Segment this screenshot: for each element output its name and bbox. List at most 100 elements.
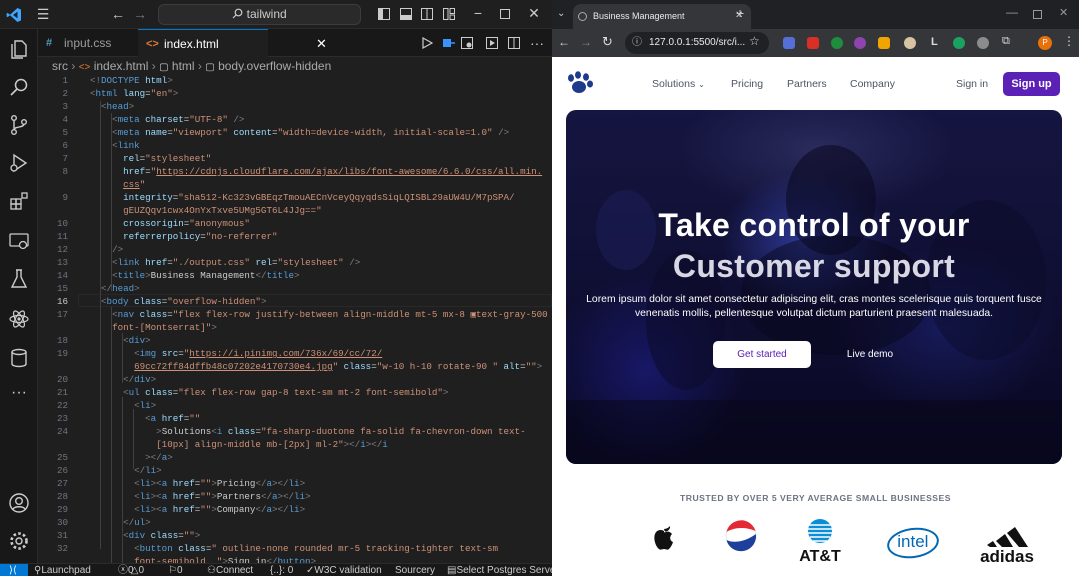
tab-input-css[interactable]: # input.css xyxy=(38,29,140,57)
profile-avatar[interactable]: P xyxy=(1038,36,1052,50)
customize-layout-icon[interactable] xyxy=(443,8,455,20)
code-editor[interactable]: <!DOCTYPE html> <html lang="en"> <head> … xyxy=(38,75,552,563)
sourcery-label: Sourcery xyxy=(395,565,436,576)
editor-tabs: # input.css <> index.html ✕ ··· xyxy=(38,29,552,57)
extensions-puzzle-icon[interactable]: ⧉ xyxy=(1002,35,1010,48)
go-live-icon[interactable] xyxy=(442,37,455,49)
browser-close-icon[interactable]: ✕ xyxy=(1059,6,1068,19)
split-preview-icon[interactable] xyxy=(461,37,473,49)
nav-partners[interactable]: Partners xyxy=(787,78,827,90)
pdf-extension-icon[interactable] xyxy=(807,37,819,49)
line-number: 11 xyxy=(56,231,68,242)
database-icon[interactable] xyxy=(7,346,31,370)
ports-item[interactable]: ⚐ 0 xyxy=(168,564,183,576)
minimize-icon[interactable]: − xyxy=(471,5,485,21)
att-globe-icon xyxy=(807,519,833,543)
signup-button[interactable]: Sign up xyxy=(1003,72,1060,96)
breadcrumb-src[interactable]: src xyxy=(52,59,68,73)
forward-arrow-icon[interactable]: → xyxy=(133,6,147,22)
adidas-stripes-icon xyxy=(987,527,1028,547)
address-bar[interactable]: ⓘ 127.0.0.1:5500/src/i... xyxy=(625,32,769,54)
connect-item[interactable]: ⚇ Connect xyxy=(207,564,253,576)
nav-solutions[interactable]: Solutions ⌄ xyxy=(652,78,705,90)
nav-company[interactable]: Company xyxy=(850,78,895,90)
live-demo-button[interactable]: Live demo xyxy=(824,341,916,368)
bookmark-star-icon[interactable]: ☆ xyxy=(749,34,760,48)
extension-icon[interactable] xyxy=(977,37,989,49)
nav-pricing[interactable]: Pricing xyxy=(731,78,763,90)
tab-search-icon[interactable]: ⌄ xyxy=(557,8,565,19)
code-line: <title>Business Management</title> xyxy=(112,270,300,281)
reload-icon[interactable]: ↻ xyxy=(602,34,613,50)
remote-indicator[interactable]: ⟩⟨ xyxy=(0,564,28,576)
postgres-item[interactable]: ▤ Select Postgres Server xyxy=(447,564,552,576)
breadcrumb-body[interactable]: body.overflow-hidden xyxy=(218,59,331,73)
launchpad-item[interactable]: ⚲ Launchpad xyxy=(34,564,91,576)
close-icon[interactable]: ✕ xyxy=(527,5,541,21)
extension-icon[interactable] xyxy=(878,37,890,49)
back-arrow-icon[interactable]: ← xyxy=(111,6,125,22)
settings-gear-icon[interactable] xyxy=(7,529,31,553)
browser-maximize-icon[interactable] xyxy=(1033,10,1042,19)
browser-forward-icon[interactable]: → xyxy=(580,35,592,49)
code-line: <div> xyxy=(123,335,151,346)
extension-icon[interactable] xyxy=(854,37,866,49)
problems-item[interactable]: ⓧ 0 △ 0 xyxy=(118,564,144,576)
w3c-item[interactable]: ✓ W3C validation xyxy=(306,564,382,576)
code-line: <meta name="viewport" content="width=dev… xyxy=(112,127,510,138)
browser-minimize-icon[interactable]: — xyxy=(1006,5,1018,19)
breadcrumb-html[interactable]: html xyxy=(172,59,195,73)
browser-menu-icon[interactable]: ⋮ xyxy=(1063,34,1075,48)
get-started-button[interactable]: Get started xyxy=(713,341,811,368)
code-line: <head> xyxy=(101,101,135,112)
line-number: 17 xyxy=(56,309,68,320)
menu-icon[interactable]: ☰ xyxy=(35,6,51,22)
line-number: 29 xyxy=(56,504,68,515)
site-info-icon[interactable]: ⓘ xyxy=(632,32,642,54)
account-icon[interactable] xyxy=(7,491,31,515)
close-tab-icon[interactable]: ✕ xyxy=(316,30,327,58)
extension-icon[interactable] xyxy=(831,37,843,49)
toggle-panel-icon[interactable] xyxy=(400,8,412,20)
code-line: [10px] align-middle mb-[2px] ml-2"></i><… xyxy=(156,439,388,450)
run-icon[interactable] xyxy=(422,37,433,49)
launchpad-label: Launchpad xyxy=(41,565,91,576)
explorer-icon[interactable] xyxy=(7,37,31,61)
toggle-secondary-sidebar-icon[interactable] xyxy=(421,8,433,20)
extension-icon[interactable]: L xyxy=(931,36,938,48)
browser-back-icon[interactable]: ← xyxy=(558,35,570,49)
hero-title-line2: Customer support xyxy=(672,248,956,284)
new-tab-icon[interactable]: + xyxy=(736,5,744,21)
split-editor-icon[interactable] xyxy=(508,37,520,49)
open-preview-icon[interactable] xyxy=(486,37,498,49)
line-number: 7 xyxy=(62,153,68,164)
toggle-sidebar-icon[interactable] xyxy=(378,8,390,20)
extension-icon[interactable] xyxy=(953,37,965,49)
extension-icon[interactable] xyxy=(904,37,916,49)
paw-logo[interactable] xyxy=(565,69,595,99)
react-icon[interactable] xyxy=(7,307,31,331)
line-number: 21 xyxy=(56,387,68,398)
hero-overlay xyxy=(566,110,1062,464)
browser-tab[interactable]: Business Management ✕ xyxy=(573,4,751,29)
code-line: <meta charset="UTF-8" /> xyxy=(112,114,245,125)
maximize-icon[interactable] xyxy=(500,9,510,19)
run-debug-icon[interactable] xyxy=(7,151,31,175)
breadcrumb-file[interactable]: index.html xyxy=(94,59,149,73)
connect-label: Connect xyxy=(215,565,254,576)
tab-index-html[interactable]: <> index.html ✕ xyxy=(138,29,327,57)
search-sidebar-icon[interactable] xyxy=(7,75,31,99)
extension-icon[interactable] xyxy=(783,37,795,49)
more-icon[interactable]: ··· xyxy=(7,385,31,401)
testing-icon[interactable] xyxy=(7,267,31,291)
intel-logo: intel xyxy=(885,524,941,562)
code-line: <body class="overflow-hidden"> xyxy=(101,296,267,307)
more-actions-icon[interactable]: ··· xyxy=(529,35,545,51)
source-control-icon[interactable] xyxy=(7,113,31,137)
command-center-search[interactable]: tailwind xyxy=(158,4,361,25)
signin-button[interactable]: Sign in xyxy=(956,78,988,90)
code-line: <!DOCTYPE html> xyxy=(90,75,173,86)
extensions-icon[interactable] xyxy=(7,189,31,213)
browser-tab-title: Business Management xyxy=(593,11,685,21)
remote-explorer-icon[interactable] xyxy=(7,229,31,253)
